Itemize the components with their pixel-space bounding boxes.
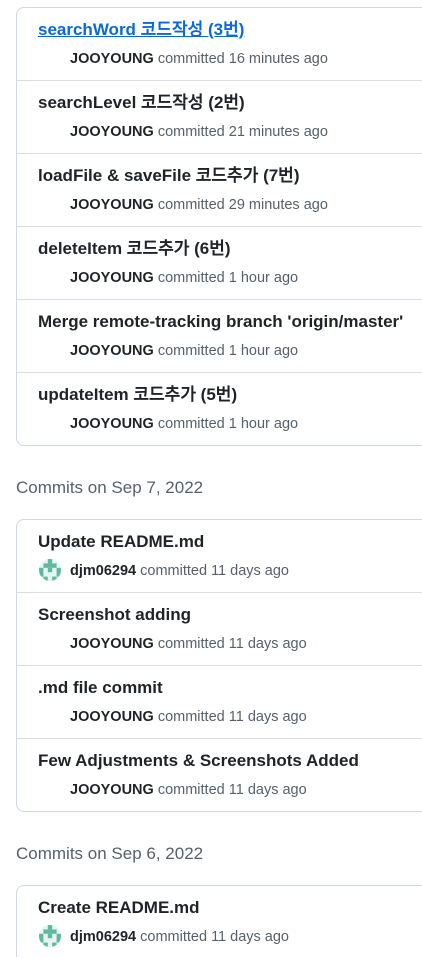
commit-verb: committed [157,782,225,798]
commit-row: searchWord 코드작성 (3번) JOOYOUNG committed … [17,8,422,80]
identicon-icon [39,925,61,947]
commit-list-box: Create README.md djm06294 committed 11 d… [16,885,422,957]
commit-author[interactable]: JOOYOUNG [70,51,154,67]
commit-author[interactable]: djm06294 [70,563,136,579]
commit-row: Screenshot adding JOOYOUNG committed 11 … [17,592,422,665]
identicon-icon [39,559,61,581]
commit-message-link[interactable]: searchLevel 코드작성 (2번) [38,92,245,114]
commit-message-link[interactable]: updateItem 코드추가 (5번) [38,384,237,406]
commit-time: 11 days ago [211,929,289,945]
commit-row: Create README.md djm06294 committed 11 d… [17,886,422,958]
commit-meta: JOOYOUNG committed 11 days ago [70,708,307,726]
commit-meta: JOOYOUNG committed 1 hour ago [70,269,298,287]
commit-meta: JOOYOUNG committed 11 days ago [70,781,307,799]
commit-message-link[interactable]: Create README.md [38,897,200,919]
commit-verb: committed [157,636,225,652]
commit-meta: JOOYOUNG committed 11 days ago [70,635,307,653]
commit-message-link[interactable]: searchWord 코드작성 (3번) [38,19,244,41]
commit-time: 11 days ago [228,782,307,798]
commit-row: .md file commit JOOYOUNG committed 11 da… [17,665,422,738]
commit-meta: djm06294 committed 11 days ago [70,562,289,580]
commit-group-header: Commits on Sep 7, 2022 [16,478,204,497]
commit-author[interactable]: JOOYOUNG [70,709,154,725]
commit-author[interactable]: JOOYOUNG [70,416,154,432]
identicon-avatar[interactable] [39,925,61,947]
commit-author[interactable]: JOOYOUNG [70,270,154,286]
commit-history-page: searchWord 코드작성 (3번) JOOYOUNG committed … [0,0,422,957]
commit-meta: JOOYOUNG committed 16 minutes ago [70,50,328,68]
commit-group-header: Commits on Sep 6, 2022 [16,844,204,863]
commit-row: updateItem 코드추가 (5번) JOOYOUNG committed … [17,372,422,445]
commit-list-box: Update README.md djm06294 committed 11 d… [16,519,422,812]
commit-message-link[interactable]: loadFile & saveFile 코드추가 (7번) [38,165,299,187]
commit-row: searchLevel 코드작성 (2번) JOOYOUNG committed… [17,80,422,153]
commit-time: 11 days ago [211,563,289,579]
commit-meta: JOOYOUNG committed 1 hour ago [70,342,298,360]
commit-verb: committed [140,563,208,579]
commit-author[interactable]: JOOYOUNG [70,782,154,798]
commit-row: Update README.md djm06294 committed 11 d… [17,520,422,592]
commit-verb: committed [140,929,208,945]
commit-row: Few Adjustments & Screenshots Added JOOY… [17,738,422,811]
commit-time: 29 minutes ago [228,197,328,213]
commit-author[interactable]: JOOYOUNG [70,124,154,140]
commit-verb: committed [157,124,225,140]
commit-message-link[interactable]: Merge remote-tracking branch 'origin/mas… [38,311,403,333]
commit-message-link[interactable]: Update README.md [38,531,204,553]
commit-verb: committed [157,416,225,432]
commit-time: 16 minutes ago [228,51,328,67]
commit-time: 11 days ago [228,709,307,725]
commit-message-link[interactable]: Few Adjustments & Screenshots Added [38,750,359,772]
commit-author[interactable]: JOOYOUNG [70,197,154,213]
identicon-avatar[interactable] [39,559,61,581]
commit-time: 21 minutes ago [228,124,328,140]
commit-verb: committed [157,709,225,725]
commit-author[interactable]: JOOYOUNG [70,343,154,359]
commit-verb: committed [157,51,225,67]
commit-author[interactable]: djm06294 [70,929,136,945]
commit-meta: JOOYOUNG committed 21 minutes ago [70,123,328,141]
commit-row: loadFile & saveFile 코드추가 (7번) JOOYOUNG c… [17,153,422,226]
commit-row: deleteItem 코드추가 (6번) JOOYOUNG committed … [17,226,422,299]
commit-message-link[interactable]: .md file commit [38,677,163,699]
commit-message-link[interactable]: deleteItem 코드추가 (6번) [38,238,231,260]
commit-verb: committed [157,270,225,286]
commit-time: 1 hour ago [228,270,299,286]
commit-meta: JOOYOUNG committed 1 hour ago [70,415,298,433]
commit-time: 1 hour ago [228,343,299,359]
commit-time: 11 days ago [228,636,307,652]
commit-meta: djm06294 committed 11 days ago [70,928,289,946]
commit-message-link[interactable]: Screenshot adding [38,604,191,626]
commit-verb: committed [157,197,225,213]
commit-list-box: searchWord 코드작성 (3번) JOOYOUNG committed … [16,7,422,446]
commit-author[interactable]: JOOYOUNG [70,636,154,652]
commit-verb: committed [157,343,225,359]
commit-row: Merge remote-tracking branch 'origin/mas… [17,299,422,372]
commit-meta: JOOYOUNG committed 29 minutes ago [70,196,328,214]
commit-time: 1 hour ago [228,416,299,432]
